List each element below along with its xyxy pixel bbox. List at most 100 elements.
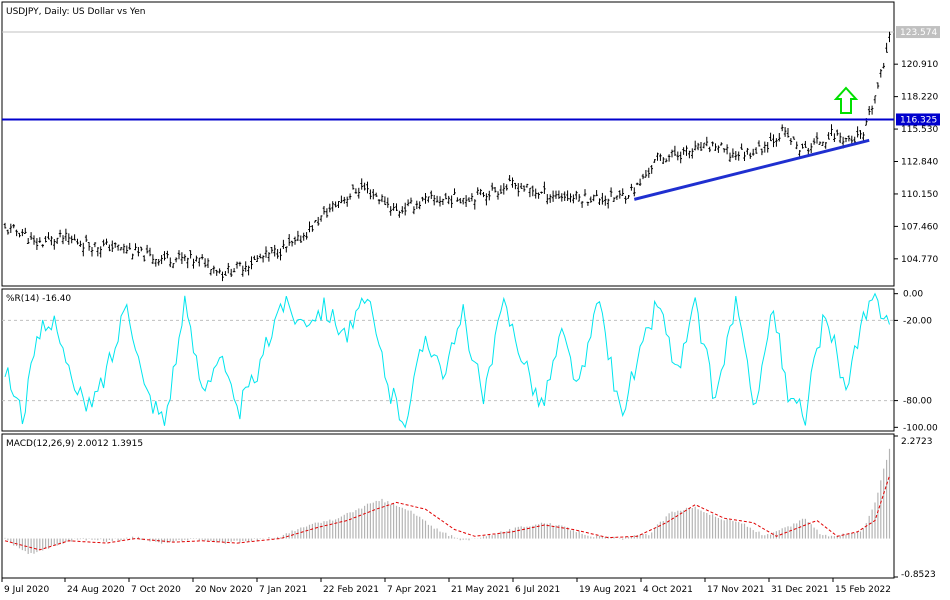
- ohlc-bar: [15, 229, 18, 237]
- ohlc-bar: [447, 195, 450, 205]
- ohlc-bar: [461, 197, 465, 205]
- ohlc-bar: [812, 138, 816, 145]
- ohlc-bar: [548, 194, 552, 203]
- ohlc-bar: [163, 251, 166, 261]
- ohlc-bar: [398, 210, 401, 218]
- trendline: [633, 138, 870, 201]
- chart-canvas: 123.574 120.910 118.220 116.325115.530 112.8…: [1, 1, 940, 595]
- ohlc-bar: [670, 149, 674, 158]
- x-tick-label: 7 Oct 2020: [131, 585, 181, 595]
- ohlc-bar: [740, 143, 743, 150]
- ohlc-bar: [383, 196, 387, 206]
- ohlc-bar: [725, 144, 729, 155]
- ohlc-bar: [441, 198, 445, 206]
- ohlc-bar: [21, 229, 24, 237]
- ohlc-bar: [395, 203, 398, 212]
- ohlc-bar: [717, 145, 720, 153]
- x-tick-label: 6 Jul 2021: [515, 585, 560, 595]
- ohlc-bar: [76, 238, 79, 245]
- ohlc-bar: [505, 184, 508, 191]
- ohlc-bar: [12, 224, 15, 229]
- ohlc-bar: [453, 188, 456, 195]
- ohlc-bar: [380, 194, 384, 203]
- ohlc-bar: [122, 243, 126, 254]
- ohlc-bar: [316, 216, 320, 226]
- ohlc-bar: [41, 244, 44, 248]
- ohlc-bar: [374, 192, 378, 197]
- ohlc-bar: [728, 152, 732, 162]
- ohlc-bar: [493, 186, 497, 193]
- ohlc-bar: [282, 239, 285, 250]
- axes: 123.574 120.910 118.220 116.325115.530 112.8…: [1, 26, 940, 595]
- ohlc-bar: [792, 136, 796, 140]
- ohlc-bar: [258, 253, 262, 259]
- ohlc-bar: [241, 265, 245, 277]
- ohlc-bar: [667, 154, 671, 162]
- ohlc-bar: [299, 235, 303, 243]
- ohlc-bar: [229, 268, 233, 278]
- x-tick-label: 21 May 2021: [451, 585, 510, 595]
- ohlc-bar: [490, 182, 494, 191]
- ohlc-bar: [67, 233, 71, 245]
- ohlc-bar: [882, 62, 885, 69]
- ohlc-bar: [44, 236, 47, 243]
- price-tick-label: 115.530: [901, 125, 938, 135]
- price-tick-label: 107.460: [901, 222, 938, 232]
- x-tick-label: 20 Nov 2020: [195, 585, 253, 595]
- ohlc-bar: [55, 237, 59, 244]
- ohlc-bar: [847, 135, 851, 142]
- ohlc-bar: [189, 250, 192, 259]
- ohlc-bar: [273, 244, 276, 257]
- ohlc-bar: [47, 232, 50, 240]
- ohlc-bar: [198, 257, 201, 267]
- wpr-tick-label: -20.00: [903, 316, 932, 326]
- ohlc-bar: [456, 197, 459, 202]
- ohlc-bar: [734, 151, 738, 161]
- ohlc-bar: [772, 134, 775, 148]
- x-tick-label: 31 Dec 2021: [771, 585, 829, 595]
- ohlc-bar: [476, 187, 479, 195]
- ohlc-bar: [154, 258, 158, 267]
- ohlc-bar: [200, 254, 204, 260]
- ohlc-bar: [464, 195, 468, 207]
- ohlc-bar: [409, 197, 413, 204]
- x-tick-label: 4 Oct 2021: [643, 585, 693, 595]
- ohlc-bar: [145, 244, 149, 254]
- ohlc-bar: [867, 106, 871, 116]
- ohlc-bar: [224, 271, 227, 276]
- ohlc-bar: [763, 141, 767, 153]
- ohlc-bar: [656, 152, 659, 161]
- ohlc-bar: [247, 265, 250, 276]
- ohlc-bar: [125, 245, 129, 254]
- ohlc-bar: [459, 198, 462, 204]
- ohlc-bar: [531, 185, 535, 197]
- ohlc-bar: [769, 132, 772, 142]
- x-tick-label: 7 Apr 2021: [387, 585, 437, 595]
- macd-indicator-title: MACD(12,26,9) 2.0012 1.3915: [6, 439, 143, 449]
- ohlc-bar: [311, 225, 314, 232]
- ohlc-bar: [783, 127, 787, 137]
- ohlc-bar: [612, 197, 616, 202]
- ohlc-bar: [731, 148, 735, 158]
- ohlc-bar: [70, 235, 73, 244]
- ohlc-bar: [192, 258, 195, 269]
- ohlc-bar: [653, 159, 656, 163]
- ohlc-bar: [285, 246, 288, 253]
- ohlc-bar: [406, 199, 410, 207]
- ohlc-bar: [270, 247, 274, 254]
- ohlc-bar: [343, 196, 346, 204]
- ohlc-bar: [714, 143, 717, 151]
- ohlc-bar: [151, 254, 155, 265]
- ohlc-bar: [35, 238, 39, 250]
- ohlc-bar: [583, 189, 587, 197]
- macd-tick-label: -0.8523: [901, 570, 936, 580]
- ohlc-bar: [618, 190, 622, 199]
- ohlc-bar: [354, 188, 358, 194]
- ohlc-bar: [737, 151, 740, 161]
- ohlc-bar: [157, 258, 160, 266]
- ohlc-bar: [757, 140, 761, 147]
- ohlc-bar: [314, 220, 317, 223]
- ohlc-bar: [641, 173, 645, 180]
- ohlc-bar: [502, 183, 506, 195]
- ohlc-bar: [116, 244, 120, 251]
